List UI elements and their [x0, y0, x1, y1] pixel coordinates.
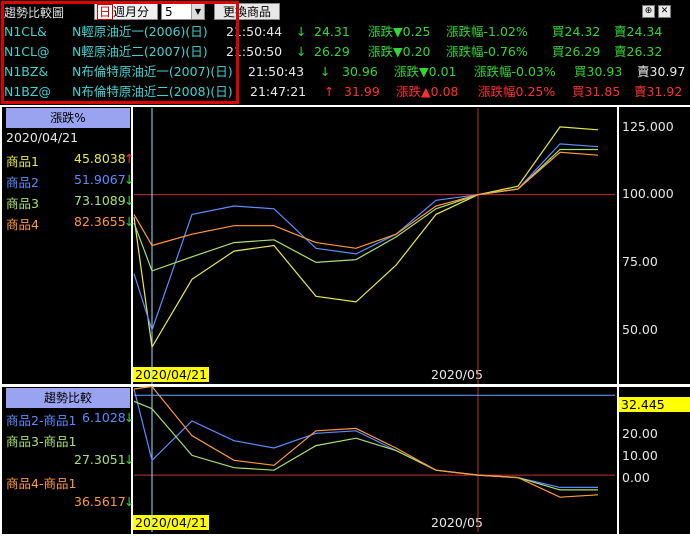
- series-line: [133, 126, 599, 349]
- trend-charts[interactable]: [0, 0, 690, 537]
- series-line: [133, 388, 598, 488]
- series-line: [133, 151, 599, 249]
- series-line: [133, 148, 598, 272]
- series-line: [133, 400, 598, 491]
